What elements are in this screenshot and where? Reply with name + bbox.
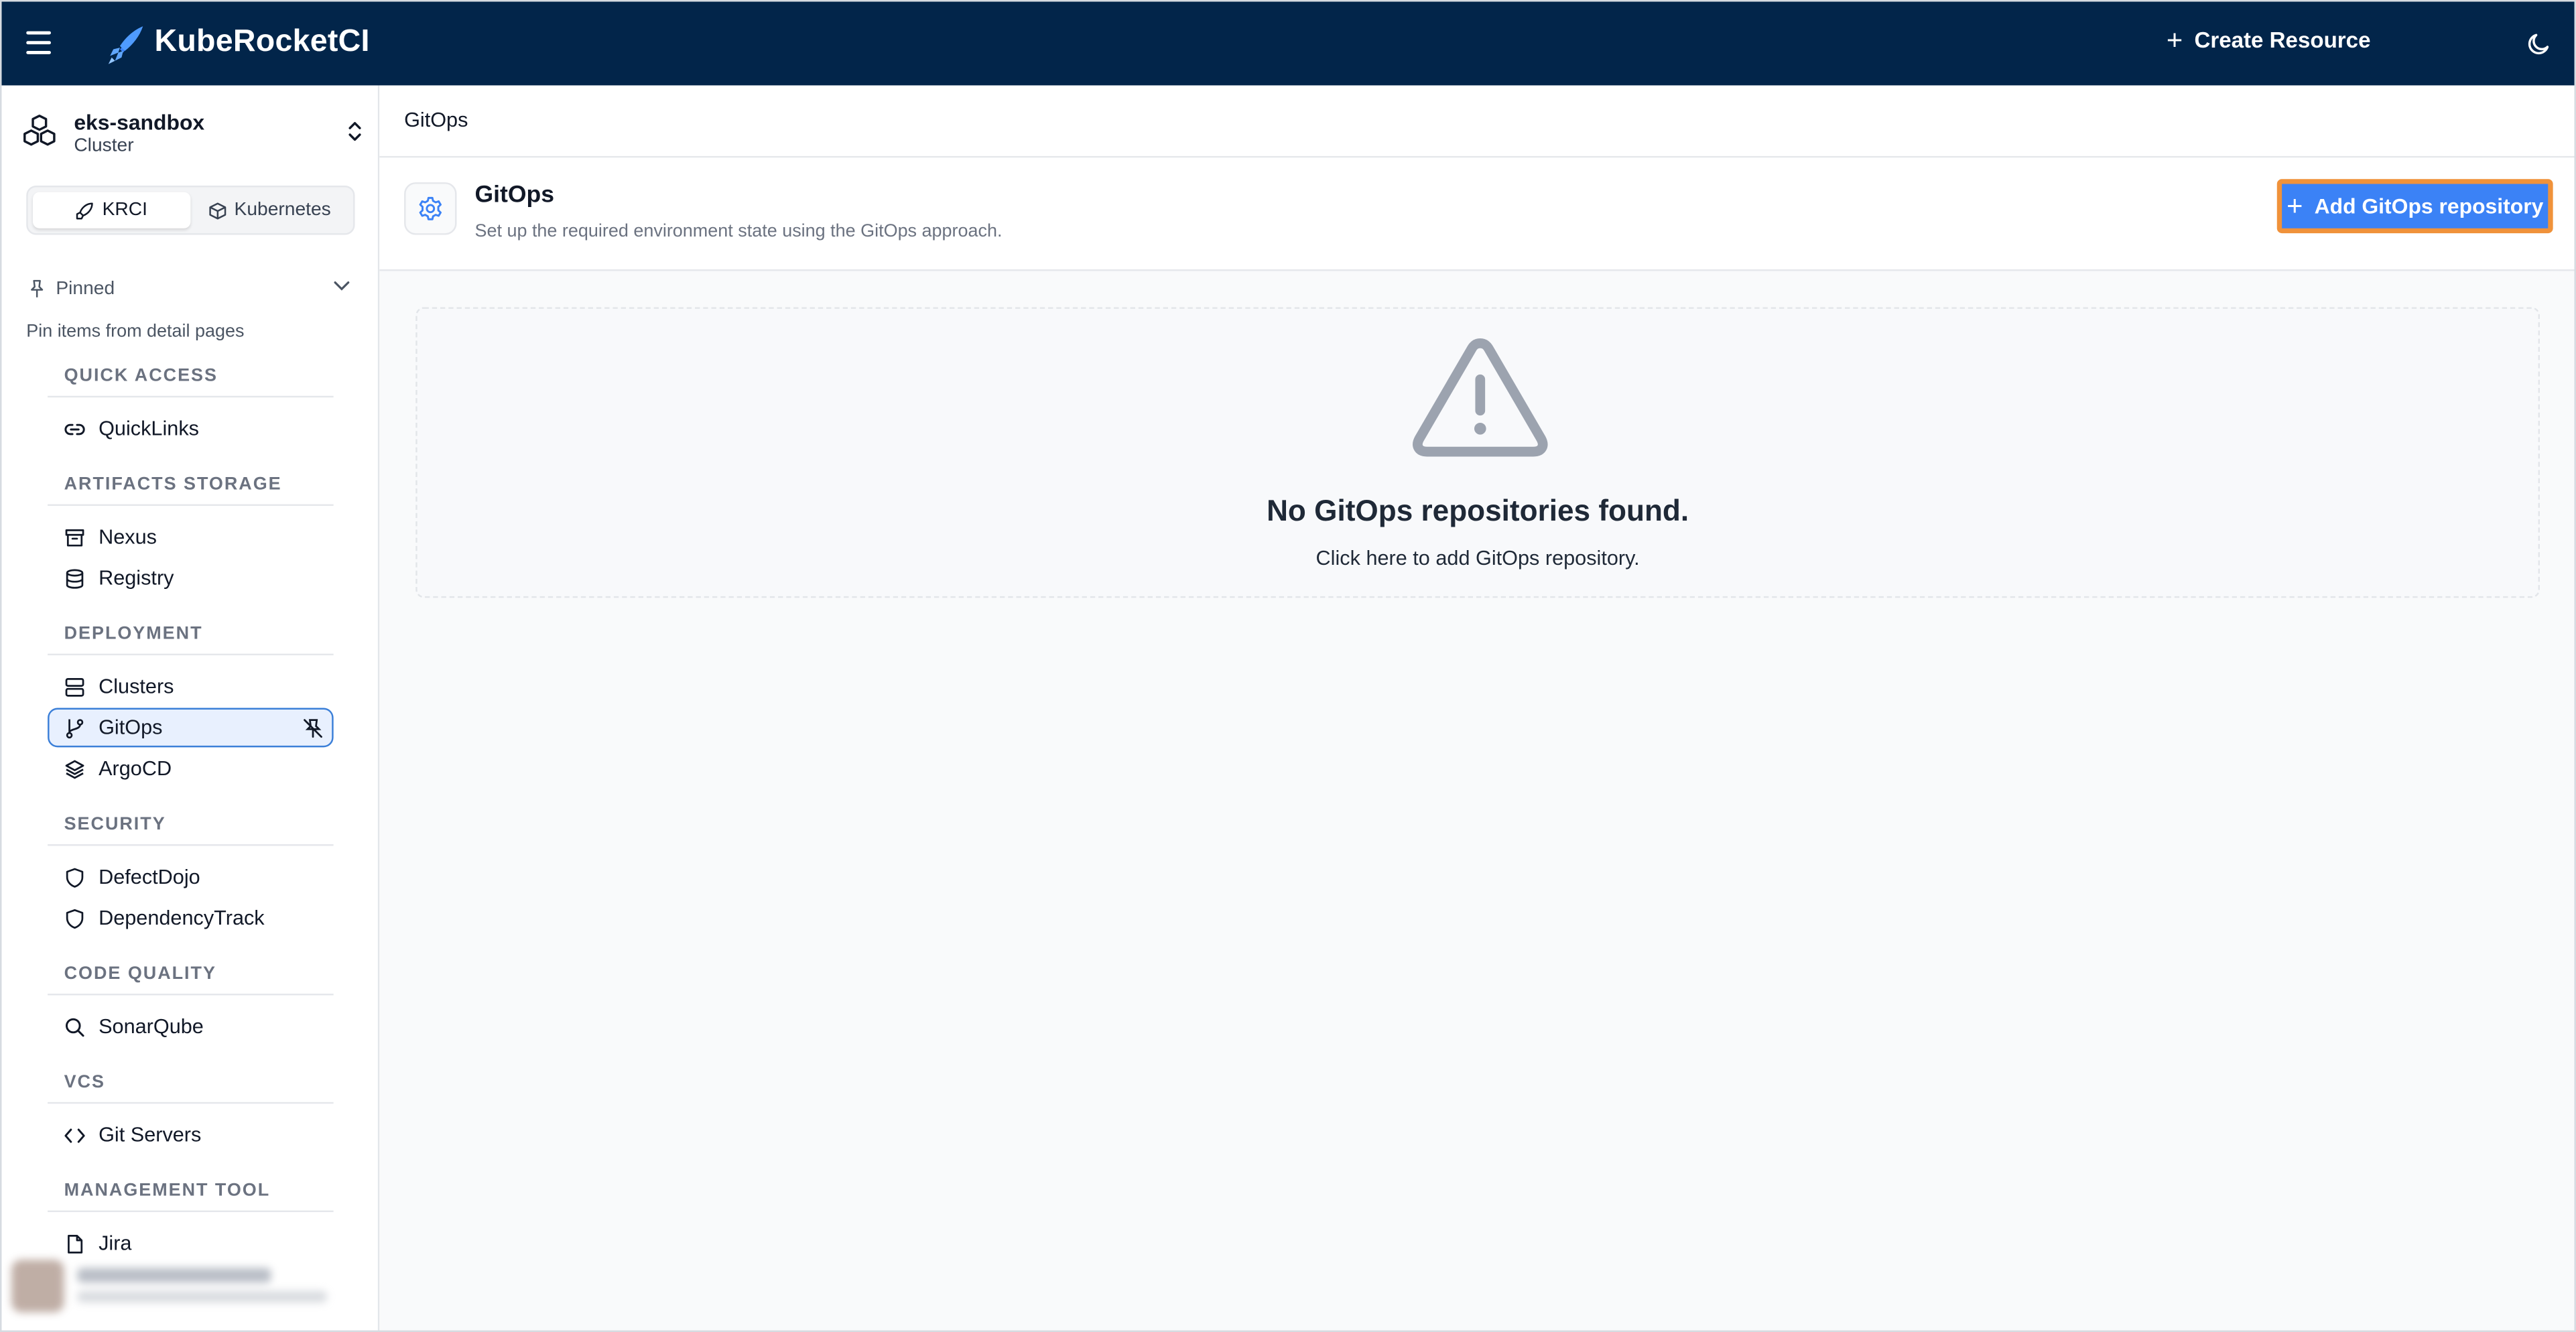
- moon-icon[interactable]: [2526, 31, 2551, 56]
- empty-state[interactable]: No GitOps repositories found. Click here…: [415, 307, 2540, 598]
- top-bar: KubeRocketCI + Create Resource: [1, 1, 2575, 86]
- add-gitops-repository-label: Add GitOps repository: [2314, 194, 2544, 219]
- plus-icon: +: [2166, 24, 2183, 56]
- section-deployment: DEPLOYMENT: [48, 609, 334, 656]
- section-vcs: VCS: [48, 1058, 334, 1104]
- page-header: GitOps Set up the required environment s…: [379, 157, 2575, 271]
- create-resource-label: Create Resource: [2194, 27, 2371, 53]
- sidebar-item-label: Nexus: [99, 525, 157, 549]
- create-resource-button[interactable]: + Create Resource: [2166, 24, 2371, 56]
- sidebar-item-sonarqube[interactable]: SonarQube: [48, 1007, 334, 1047]
- plus-icon: +: [2287, 190, 2303, 222]
- layers-icon: [65, 759, 84, 779]
- section-artifacts-storage: ARTIFACTS STORAGE: [48, 460, 334, 507]
- sidebar-item-gitops[interactable]: GitOps: [48, 708, 334, 748]
- pinned-hint: Pin items from detail pages: [26, 322, 245, 342]
- tab-kubernetes-label: Kubernetes: [234, 200, 331, 220]
- sidebar-item-dependencytrack[interactable]: DependencyTrack: [48, 898, 334, 938]
- section-quick-access: QUICK ACCESS: [48, 352, 334, 398]
- cluster-selector[interactable]: eks-sandbox Cluster: [21, 105, 363, 161]
- sidebar-item-defectdojo[interactable]: DefectDojo: [48, 858, 334, 897]
- mode-toggle: KRCI Kubernetes: [26, 185, 355, 235]
- link-icon: [64, 423, 85, 435]
- rocket-icon: [76, 202, 94, 219]
- main-content: GitOps GitOps Set up the required enviro…: [379, 85, 2575, 1331]
- page-icon: [404, 182, 457, 235]
- empty-state-subtitle[interactable]: Click here to add GitOps repository.: [417, 547, 2538, 570]
- sidebar-nav: QUICK ACCESS QuickLinks ARTIFACTS STORAG…: [48, 352, 334, 1265]
- gear-icon: [419, 196, 442, 220]
- user-profile[interactable]: [11, 1260, 365, 1315]
- sidebar-item-label: Registry: [99, 566, 174, 590]
- add-gitops-repository-button[interactable]: + Add GitOps repository: [2276, 179, 2553, 234]
- chevron-down-icon: [334, 281, 350, 291]
- file-icon: [68, 1234, 83, 1253]
- avatar: [11, 1260, 64, 1313]
- unpin-icon[interactable]: [302, 718, 324, 739]
- breadcrumb: GitOps: [379, 85, 2575, 158]
- sidebar-item-registry[interactable]: Registry: [48, 558, 334, 598]
- pin-icon: [31, 279, 44, 297]
- chevron-up-down-icon: [348, 122, 361, 141]
- server-icon: [65, 677, 84, 696]
- sidebar-item-clusters[interactable]: Clusters: [48, 667, 334, 706]
- app-brand[interactable]: KubeRocketCI: [154, 25, 369, 61]
- cluster-name: eks-sandbox: [74, 110, 205, 135]
- tab-kubernetes[interactable]: Kubernetes: [190, 192, 348, 228]
- section-management-tool: MANAGEMENT TOOL: [48, 1166, 334, 1213]
- rocket-logo-icon[interactable]: [105, 23, 148, 66]
- sidebar-item-label: ArgoCD: [99, 757, 172, 781]
- code-icon: [64, 1128, 85, 1142]
- database-icon: [66, 568, 84, 588]
- pinned-header[interactable]: Pinned: [28, 276, 353, 302]
- empty-state-title: No GitOps repositories found.: [1267, 494, 1689, 527]
- pinned-label: Pinned: [56, 279, 115, 299]
- cubes-icon: [23, 115, 56, 146]
- sidebar-item-label: Clusters: [99, 675, 174, 698]
- sidebar-item-label: DefectDojo: [99, 865, 200, 889]
- cluster-type: Cluster: [74, 136, 134, 156]
- sidebar-item-label: SonarQube: [99, 1014, 204, 1039]
- sidebar-item-label: Jira: [99, 1231, 132, 1255]
- sidebar-item-nexus[interactable]: Nexus: [48, 517, 334, 557]
- search-icon: [65, 1017, 84, 1037]
- section-security: SECURITY: [48, 800, 334, 846]
- git-branch-icon: [66, 718, 84, 738]
- sidebar-item-label: Git Servers: [99, 1123, 202, 1147]
- shield-icon: [66, 908, 84, 928]
- archive-icon: [65, 528, 84, 546]
- sidebar-item-jira[interactable]: Jira: [48, 1223, 334, 1263]
- breadcrumb-current: GitOps: [404, 108, 468, 132]
- sidebar-item-git-servers[interactable]: Git Servers: [48, 1115, 334, 1154]
- sidebar-item-label: DependencyTrack: [99, 907, 265, 930]
- sidebar-item-label: GitOps: [99, 716, 163, 740]
- box-icon: [208, 202, 226, 219]
- sidebar: eks-sandbox Cluster KRCI Kubernetes Pinn…: [1, 85, 380, 1331]
- sidebar-item-label: QuickLinks: [99, 417, 199, 440]
- page-title: GitOps: [474, 182, 554, 209]
- section-code-quality: CODE QUALITY: [48, 949, 334, 996]
- tab-krci-label: KRCI: [102, 200, 147, 220]
- sidebar-item-argocd[interactable]: ArgoCD: [48, 749, 334, 789]
- menu-icon[interactable]: [26, 31, 51, 54]
- warning-icon: [1413, 338, 1548, 457]
- page-subtitle: Set up the required environment state us…: [474, 221, 1003, 242]
- shield-icon: [66, 867, 84, 887]
- tab-krci[interactable]: KRCI: [33, 192, 191, 228]
- sidebar-item-quicklinks[interactable]: QuickLinks: [48, 409, 334, 448]
